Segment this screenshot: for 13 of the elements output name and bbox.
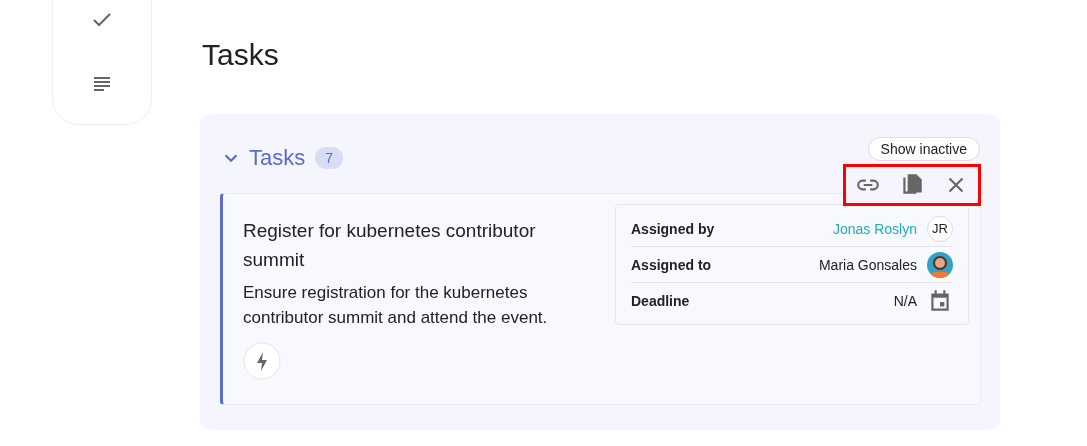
detail-label: Assigned by bbox=[631, 220, 716, 237]
task-title: Register for kubernetes contributor summit bbox=[243, 219, 537, 272]
detail-value: N/A bbox=[893, 292, 917, 309]
detail-label: Deadline bbox=[631, 292, 691, 309]
initials-avatar: JR bbox=[927, 215, 953, 242]
section-title: Tasks bbox=[249, 145, 306, 171]
page-title: Tasks bbox=[202, 38, 280, 73]
lightning-icon[interactable] bbox=[243, 342, 281, 380]
count-badge: 7 bbox=[315, 147, 344, 169]
detail-value: Maria Gonsales bbox=[818, 256, 917, 273]
detail-label: Assigned to bbox=[631, 256, 713, 273]
task-card[interactable]: Register for kubernetes contributor summit Ensure registration for the kubernetes contributor summit and attend the event. Assigned by Jonas Roslyn JR Assigned to Maria Gonsales Deadline N/A bbox=[220, 193, 981, 405]
task-description: Ensure registration for the kubernetes contributor summit and attend the event. bbox=[243, 282, 549, 329]
